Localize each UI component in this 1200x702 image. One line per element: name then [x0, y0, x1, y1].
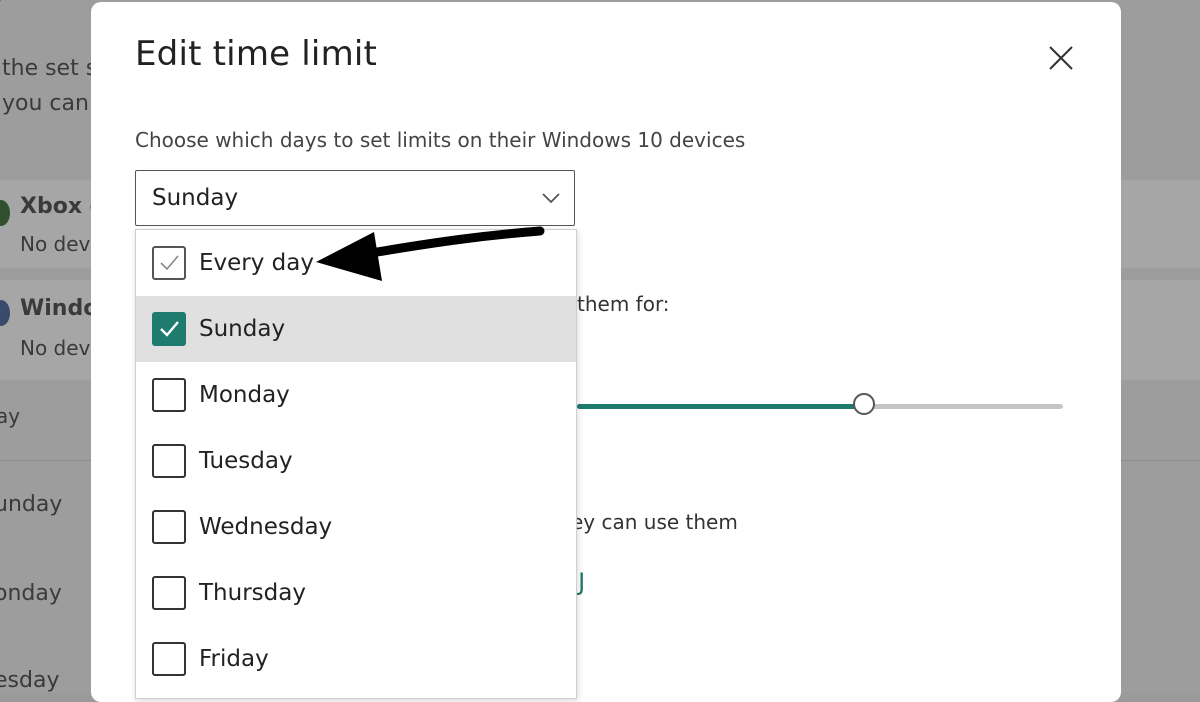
option-monday[interactable]: Monday [136, 362, 576, 428]
checkbox[interactable] [152, 312, 186, 346]
checkbox[interactable] [152, 576, 186, 610]
checkmark-icon [160, 255, 179, 271]
days-description: Choose which days to set limits on their… [135, 128, 746, 152]
option-label: Thursday [199, 580, 306, 606]
checkbox[interactable] [152, 378, 186, 412]
slider-thumb[interactable] [852, 393, 875, 415]
option-label: Monday [199, 382, 290, 408]
checkmark-icon [160, 321, 179, 337]
checkbox[interactable] [152, 246, 186, 280]
option-label: Tuesday [199, 448, 293, 474]
days-select-value: Sunday [152, 185, 239, 211]
time-label-partial: them for: [577, 292, 670, 316]
background-text: you can [2, 91, 89, 116]
schedule-label-partial: ey can use them [571, 510, 738, 534]
chevron-down-icon [542, 193, 560, 204]
option-thursday[interactable]: Thursday [136, 560, 576, 626]
option-wednesday[interactable]: Wednesday [136, 494, 576, 560]
option-label: Every day [199, 250, 314, 276]
option-label: Friday [199, 646, 269, 672]
checkbox[interactable] [152, 444, 186, 478]
background-text: r [0, 0, 6, 15]
close-button[interactable] [1041, 38, 1081, 78]
background-text: the set s [2, 56, 98, 81]
checkbox[interactable] [152, 642, 186, 676]
background-text: unday [0, 492, 63, 517]
close-icon [1049, 46, 1073, 70]
option-label: Wednesday [199, 514, 333, 540]
background-text: No dev [20, 336, 91, 360]
option-label: Sunday [199, 316, 286, 342]
days-dropdown-list: Every day Sunday Monday Tuesday Wednesday Thu… [135, 229, 577, 699]
time-limit-slider[interactable] [577, 393, 1063, 415]
option-friday[interactable]: Friday [136, 626, 576, 692]
annotation-arrow-icon [316, 226, 545, 281]
background-text: esday [0, 668, 60, 693]
checkbox[interactable] [152, 510, 186, 544]
dialog-title: Edit time limit [135, 34, 378, 74]
option-tuesday[interactable]: Tuesday [136, 428, 576, 494]
slider-fill [577, 404, 864, 409]
background-text: ay [0, 404, 21, 428]
background-text: Windo [20, 296, 99, 321]
background-text: No dev [20, 232, 91, 256]
background-text: onday [0, 581, 62, 606]
option-sunday[interactable]: Sunday [136, 296, 576, 362]
